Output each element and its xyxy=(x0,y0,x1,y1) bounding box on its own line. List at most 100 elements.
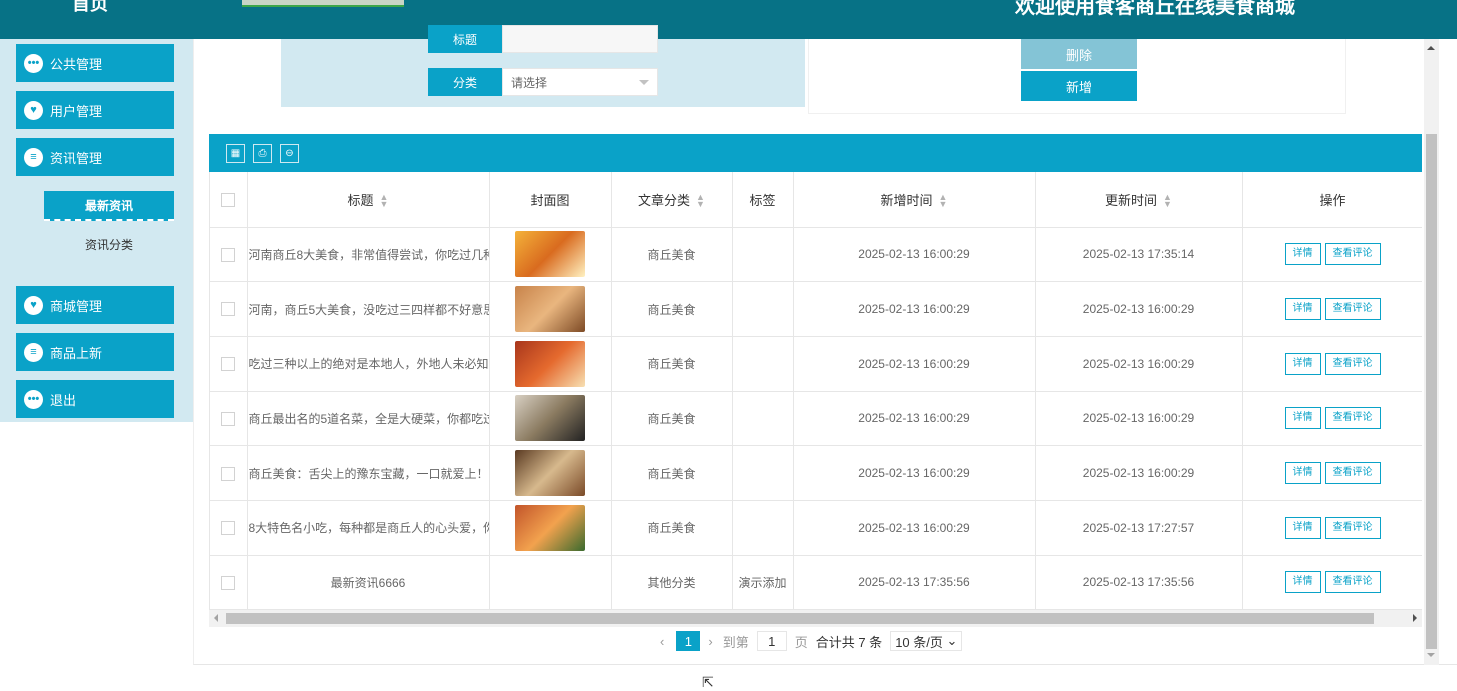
row-category: 商丘美食 xyxy=(611,227,733,283)
heart-icon: ♥ xyxy=(24,100,43,120)
chevron-down-icon xyxy=(639,80,649,85)
view-comments-button[interactable]: 查看评论 xyxy=(1324,516,1381,539)
row-select-cell xyxy=(210,500,248,556)
select-all-cell xyxy=(210,172,248,228)
table-row[interactable]: 最新资讯6666 其他分类 演示添加 2025-02-13 17:35:56 2025-… xyxy=(210,555,1422,610)
detail-button[interactable]: 详情 xyxy=(1284,407,1321,430)
table-row[interactable]: 商丘最出名的5道名菜，全是大硬菜，你都吃过几 商丘美食 2025-02-13 16:… xyxy=(210,391,1422,447)
welcome-title: 欢迎使用食客商丘在线美食商城 xyxy=(1015,0,1295,18)
col-created-label: 新增时间 xyxy=(880,192,933,208)
columns-icon[interactable]: ▦ xyxy=(226,144,245,163)
row-checkbox[interactable] xyxy=(221,247,236,262)
goto-label: 到第 xyxy=(722,634,749,650)
row-select-cell xyxy=(210,227,248,283)
sidebar-item-mall[interactable]: ♥ 商城管理 xyxy=(16,286,174,324)
detail-button[interactable]: 详情 xyxy=(1284,352,1321,375)
view-comments-button[interactable]: 查看评论 xyxy=(1324,462,1381,485)
row-checkbox[interactable] xyxy=(221,411,236,426)
print-icon[interactable]: ⎙ xyxy=(253,144,272,163)
detail-button[interactable]: 详情 xyxy=(1284,243,1321,266)
row-title: 8大特色名小吃，每种都是商丘人的心头爱，你 xyxy=(247,500,490,556)
title-label: 标题 xyxy=(428,25,502,53)
page-size-select[interactable]: 10 条/页 ⌄ xyxy=(890,631,963,651)
home-link[interactable]: 首页 xyxy=(72,0,108,16)
scroll-left-icon[interactable] xyxy=(214,614,218,622)
sidebar-item-new-products[interactable]: ≡ 商品上新 xyxy=(16,333,174,371)
view-comments-button[interactable]: 查看评论 xyxy=(1324,352,1381,375)
row-cover-cell xyxy=(489,500,612,556)
sort-icon[interactable]: ▲ ▼ xyxy=(1163,193,1172,209)
table-row[interactable]: 河南，商丘5大美食，没吃过三四样都不好意思 商丘美食 2025-02-13 16:0… xyxy=(210,281,1422,337)
col-cover: 封面图 xyxy=(489,172,612,228)
row-title: 商丘最出名的5道名菜，全是大硬菜，你都吃过几 xyxy=(247,391,490,447)
export-icon[interactable]: ⊖ xyxy=(280,144,299,163)
detail-button[interactable]: 详情 xyxy=(1284,516,1321,539)
col-category[interactable]: 文章分类 ▲ ▼ xyxy=(611,172,733,228)
sort-icon[interactable]: ▲ ▼ xyxy=(696,193,705,209)
title-input[interactable] xyxy=(502,25,658,53)
view-comments-button[interactable]: 查看评论 xyxy=(1324,243,1381,266)
row-title: 河南，商丘5大美食，没吃过三四样都不好意思 xyxy=(247,281,490,337)
list-icon: ≡ xyxy=(24,147,43,167)
scroll-thumb[interactable] xyxy=(226,613,1374,624)
sidebar-item-label: 用户管理 xyxy=(50,103,103,119)
row-select-cell xyxy=(210,336,248,392)
table-row[interactable]: 商丘美食：舌尖上的豫东宝藏，一口就爱上！ 商丘美食 2025-02-13 16:00… xyxy=(210,445,1422,501)
col-created[interactable]: 新增时间 ▲ ▼ xyxy=(793,172,1036,228)
row-cover-cell xyxy=(489,336,612,392)
view-comments-button[interactable]: 查看评论 xyxy=(1324,571,1381,594)
row-updated: 2025-02-13 16:00:29 xyxy=(1035,391,1243,447)
top-bar: 首页 欢迎使用食客商丘在线美食商城 xyxy=(0,0,1457,39)
row-category: 商丘美食 xyxy=(611,500,733,556)
top-tab-strip[interactable] xyxy=(242,0,404,7)
row-checkbox[interactable] xyxy=(221,302,236,317)
view-comments-button[interactable]: 查看评论 xyxy=(1324,298,1381,321)
row-checkbox[interactable] xyxy=(221,521,236,536)
sidebar-subitem-latest-news[interactable]: 最新资讯 xyxy=(44,191,174,221)
row-tag xyxy=(732,281,794,337)
scroll-right-icon[interactable] xyxy=(1413,614,1417,622)
goto-page-input[interactable]: 1 xyxy=(756,631,787,651)
row-checkbox[interactable] xyxy=(221,466,236,481)
detail-button[interactable]: 详情 xyxy=(1284,298,1321,321)
row-ops: 详情 查看评论 xyxy=(1242,445,1422,501)
sidebar-item-users[interactable]: ♥ 用户管理 xyxy=(16,91,174,129)
sidebar-subitem-news-category[interactable]: 资讯分类 xyxy=(44,229,174,259)
sidebar-item-label: 退出 xyxy=(50,392,77,408)
col-updated[interactable]: 更新时间 ▲ ▼ xyxy=(1035,172,1243,228)
category-placeholder: 请选择 xyxy=(511,75,548,90)
row-checkbox[interactable] xyxy=(221,575,236,590)
scroll-down-icon[interactable] xyxy=(1427,653,1435,657)
category-select[interactable]: 请选择 xyxy=(502,68,658,96)
table-row[interactable]: 8大特色名小吃，每种都是商丘人的心头爱，你 商丘美食 2025-02-13 16:0… xyxy=(210,500,1422,556)
table-row[interactable]: 河南商丘8大美食，非常值得尝试，你吃过几种 商丘美食 2025-02-13 16:0… xyxy=(210,227,1422,283)
page-1-button[interactable]: 1 xyxy=(676,631,701,651)
sidebar-item-news[interactable]: ≡ 资讯管理 xyxy=(16,138,174,176)
scroll-thumb[interactable] xyxy=(1426,134,1437,649)
prev-page-icon[interactable]: ‹ xyxy=(660,634,664,649)
sort-icon[interactable]: ▲ ▼ xyxy=(380,193,389,209)
horizontal-scrollbar[interactable] xyxy=(209,610,1422,627)
sidebar-item-logout[interactable]: ••• 退出 xyxy=(16,380,174,418)
row-select-cell xyxy=(210,445,248,501)
view-comments-button[interactable]: 查看评论 xyxy=(1324,407,1381,430)
vertical-scrollbar[interactable] xyxy=(1424,39,1439,665)
sidebar-item-public[interactable]: ••• 公共管理 xyxy=(16,44,174,82)
sort-icon[interactable]: ▲ ▼ xyxy=(939,193,948,209)
row-ops: 详情 查看评论 xyxy=(1242,227,1422,283)
detail-button[interactable]: 详情 xyxy=(1284,462,1321,485)
add-button[interactable]: 新增 xyxy=(1021,71,1137,101)
row-checkbox[interactable] xyxy=(221,357,236,372)
delete-button[interactable]: 删除 xyxy=(1021,39,1137,69)
cover-image xyxy=(515,395,585,442)
table-row[interactable]: 吃过三种以上的绝对是本地人，外地人未必知道 商丘美食 2025-02-13 16:0… xyxy=(210,336,1422,392)
sidebar-item-label: 资讯管理 xyxy=(50,150,103,166)
row-title: 吃过三种以上的绝对是本地人，外地人未必知道 xyxy=(247,336,490,392)
next-page-icon[interactable]: › xyxy=(708,634,712,649)
cover-image xyxy=(515,231,585,278)
detail-button[interactable]: 详情 xyxy=(1284,571,1321,594)
row-select-cell xyxy=(210,281,248,337)
select-all-checkbox[interactable] xyxy=(221,193,236,208)
col-title[interactable]: 标题 ▲ ▼ xyxy=(247,172,490,228)
scroll-up-icon[interactable] xyxy=(1427,46,1435,50)
